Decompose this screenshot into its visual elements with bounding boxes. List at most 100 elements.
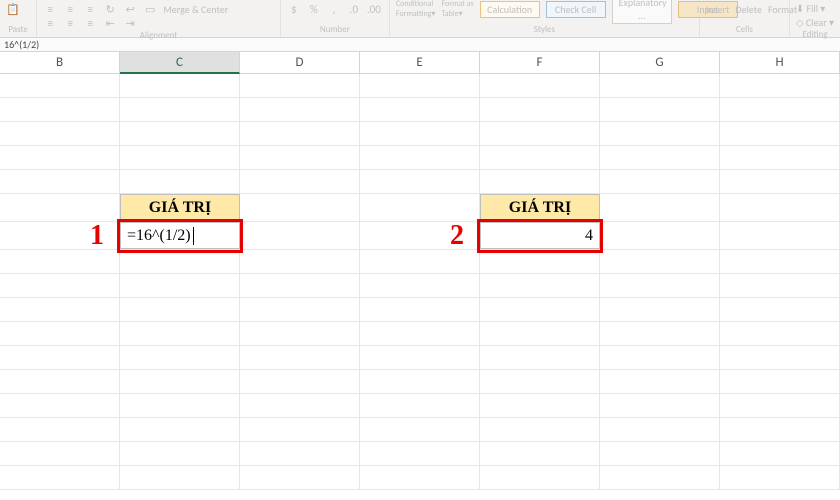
cell[interactable]: [600, 442, 720, 465]
cell[interactable]: [240, 122, 360, 145]
cell[interactable]: [480, 98, 600, 121]
cell[interactable]: [240, 322, 360, 345]
cell[interactable]: [720, 346, 840, 369]
cell[interactable]: [480, 170, 600, 193]
cell[interactable]: [240, 98, 360, 121]
cell[interactable]: [720, 418, 840, 441]
cell[interactable]: [360, 98, 480, 121]
cell[interactable]: [360, 370, 480, 393]
cell[interactable]: [480, 250, 600, 273]
cell[interactable]: [0, 322, 120, 345]
cell[interactable]: [480, 274, 600, 297]
cell[interactable]: [240, 466, 360, 489]
col-header-b[interactable]: B: [0, 52, 120, 73]
cell[interactable]: [0, 222, 120, 249]
align-mid-icon[interactable]: ≡: [63, 2, 77, 16]
cell[interactable]: [600, 250, 720, 273]
insert-button[interactable]: Insert: [706, 3, 730, 16]
cell[interactable]: [720, 322, 840, 345]
cell[interactable]: [720, 250, 840, 273]
cell[interactable]: [240, 442, 360, 465]
cell[interactable]: [360, 466, 480, 489]
cell[interactable]: [240, 194, 360, 221]
cell[interactable]: [360, 194, 480, 221]
cell[interactable]: [120, 274, 240, 297]
cell[interactable]: [480, 122, 600, 145]
format-as-table[interactable]: Format asTable▾: [441, 0, 473, 19]
cell[interactable]: [240, 418, 360, 441]
cell[interactable]: [600, 394, 720, 417]
cell[interactable]: [0, 274, 120, 297]
cell[interactable]: [120, 466, 240, 489]
cell[interactable]: [0, 370, 120, 393]
align-left-icon[interactable]: ≡: [43, 16, 57, 30]
delete-button[interactable]: Delete: [735, 3, 762, 16]
cell[interactable]: [120, 98, 240, 121]
cell[interactable]: [600, 370, 720, 393]
style-calculation[interactable]: Calculation: [480, 1, 540, 18]
cell[interactable]: [360, 274, 480, 297]
cell[interactable]: [720, 298, 840, 321]
result-cell[interactable]: 4: [480, 222, 600, 249]
align-top-icon[interactable]: ≡: [43, 2, 57, 16]
cell[interactable]: [600, 146, 720, 169]
cell[interactable]: [240, 298, 360, 321]
cell[interactable]: [720, 170, 840, 193]
cell[interactable]: [0, 418, 120, 441]
col-header-f[interactable]: F: [480, 52, 600, 73]
cell[interactable]: [120, 74, 240, 97]
cell[interactable]: [360, 322, 480, 345]
cell[interactable]: [120, 442, 240, 465]
clear-button[interactable]: ◇ Clear ▾: [796, 16, 834, 29]
cell[interactable]: [0, 346, 120, 369]
align-bot-icon[interactable]: ≡: [83, 2, 97, 16]
cell[interactable]: [240, 346, 360, 369]
cell[interactable]: [360, 298, 480, 321]
cell[interactable]: [120, 146, 240, 169]
col-header-g[interactable]: G: [600, 52, 720, 73]
col-header-e[interactable]: E: [360, 52, 480, 73]
cell[interactable]: [120, 418, 240, 441]
cell[interactable]: [600, 346, 720, 369]
cell[interactable]: [120, 370, 240, 393]
cell[interactable]: [240, 170, 360, 193]
cell[interactable]: [600, 194, 720, 221]
cell[interactable]: [360, 418, 480, 441]
comma-icon[interactable]: ,: [327, 2, 341, 16]
cell[interactable]: [480, 74, 600, 97]
cell[interactable]: [240, 274, 360, 297]
cell[interactable]: [480, 346, 600, 369]
cell[interactable]: [600, 322, 720, 345]
cell[interactable]: [0, 250, 120, 273]
cell[interactable]: [720, 370, 840, 393]
fill-button[interactable]: ⬇ Fill ▾: [796, 2, 825, 15]
cell[interactable]: [600, 418, 720, 441]
cell[interactable]: [360, 170, 480, 193]
cell[interactable]: [360, 122, 480, 145]
cell[interactable]: [360, 222, 480, 249]
cell[interactable]: [720, 442, 840, 465]
cell[interactable]: [720, 394, 840, 417]
cell[interactable]: [720, 194, 840, 221]
cell[interactable]: [0, 394, 120, 417]
cell[interactable]: [720, 466, 840, 489]
cell[interactable]: [120, 346, 240, 369]
percent-icon[interactable]: %: [307, 2, 321, 16]
cell[interactable]: [360, 346, 480, 369]
dec-dec-icon[interactable]: .00: [367, 2, 381, 16]
cell[interactable]: [0, 98, 120, 121]
col-header-c[interactable]: C: [120, 52, 240, 74]
cell[interactable]: [240, 394, 360, 417]
header-cell-1[interactable]: GIÁ TRỊ: [120, 194, 240, 221]
paste-icon[interactable]: 📋: [6, 2, 20, 16]
cell[interactable]: [600, 74, 720, 97]
cell[interactable]: [0, 74, 120, 97]
cell[interactable]: [360, 250, 480, 273]
style-explanatory[interactable]: Explanatory ...: [612, 0, 672, 24]
cell[interactable]: [0, 466, 120, 489]
align-center-icon[interactable]: ≡: [63, 16, 77, 30]
align-right-icon[interactable]: ≡: [83, 16, 97, 30]
cell[interactable]: [240, 250, 360, 273]
cell[interactable]: [360, 442, 480, 465]
cell[interactable]: [480, 394, 600, 417]
